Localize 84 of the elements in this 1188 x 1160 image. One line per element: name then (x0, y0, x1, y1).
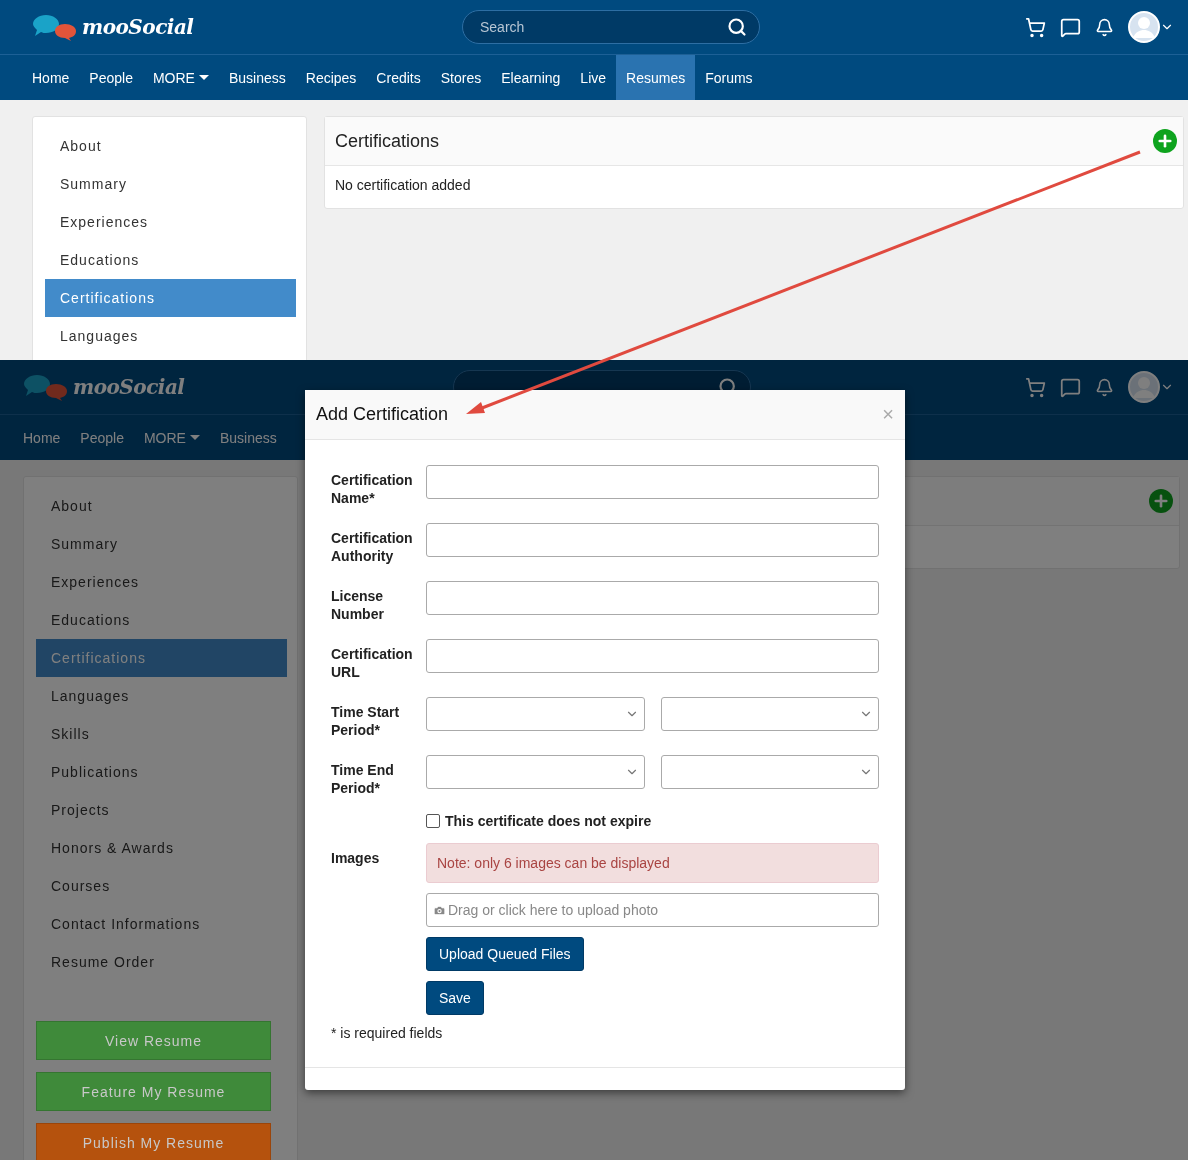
plus-icon (1152, 492, 1170, 510)
nav-link[interactable]: Credits (366, 55, 431, 100)
sidebar-item[interactable]: Projects (36, 791, 287, 829)
nav-link[interactable]: Forums (695, 55, 763, 100)
sidebar-item[interactable]: Experiences (45, 203, 296, 241)
text-field[interactable] (426, 581, 879, 615)
plus-icon (1156, 132, 1174, 150)
upload-field[interactable]: Drag or click here to upload photo (426, 893, 879, 927)
nav-link[interactable]: People (70, 415, 134, 460)
save-button[interactable]: Save (426, 981, 484, 1015)
sidebar-item[interactable]: About (45, 127, 296, 165)
field-label: Time End Period* (331, 761, 395, 797)
sidebar-item[interactable]: Courses (36, 867, 287, 905)
resume-action-button[interactable]: View Resume (36, 1021, 271, 1060)
bell-icon[interactable] (1095, 377, 1114, 397)
sidebar-item[interactable]: Languages (45, 317, 296, 355)
chat-icon[interactable] (1060, 376, 1081, 398)
text-field[interactable] (426, 523, 879, 557)
required-note: * is required fields (331, 1025, 444, 1041)
avatar-icon[interactable] (1128, 11, 1160, 43)
sidebar-item[interactable]: Contact Informations (36, 905, 287, 943)
card-title: Certifications (335, 130, 440, 152)
text-field[interactable] (426, 465, 879, 499)
field-label: Certification Name* (331, 471, 414, 507)
select-field[interactable] (660, 697, 879, 731)
nav-link[interactable]: Home (13, 415, 71, 460)
sidebar-item[interactable]: Summary (45, 165, 296, 203)
cart-icon[interactable] (1025, 376, 1046, 398)
nav-link[interactable]: Home (22, 55, 80, 100)
nav-link[interactable]: Business (218, 55, 296, 100)
sidebar-item[interactable]: Publications (36, 753, 287, 791)
nav-link[interactable]: MORE (133, 415, 210, 460)
sidebar-item[interactable]: Honors & Awards (36, 829, 287, 867)
sidebar-item[interactable]: Summary (36, 525, 287, 563)
sidebar-item[interactable]: Certifications (36, 639, 287, 677)
camera-icon (433, 903, 446, 917)
sidebar-item[interactable]: About (36, 487, 287, 525)
field-label: License Number (331, 587, 385, 623)
field-label: Images (331, 849, 381, 867)
resume-action-button[interactable]: Publish My Resume (36, 1123, 271, 1160)
bell-icon[interactable] (1095, 17, 1114, 37)
search-input[interactable]: Search (478, 18, 682, 36)
upload-button[interactable]: Upload Queued Files (426, 937, 584, 971)
logo-icon (23, 373, 69, 401)
image-limit-alert: Note: only 6 images can be displayed (426, 843, 879, 883)
nav-link[interactable]: Business (209, 415, 287, 460)
field-label: Time Start Period* (331, 703, 401, 739)
caret-icon (198, 74, 209, 81)
logo-icon (32, 13, 78, 41)
sidebar-item[interactable]: Resume Order (36, 943, 287, 981)
select-field[interactable] (660, 755, 879, 789)
nav-link[interactable]: MORE (142, 55, 219, 100)
brand-name[interactable]: mooSocial (82, 15, 194, 39)
caret-icon (189, 434, 200, 441)
empty-message: No certification added (334, 176, 472, 195)
sidebar-item[interactable]: Languages (36, 677, 287, 715)
resume-action-button[interactable]: Feature My Resume (36, 1072, 271, 1111)
sidebar-item[interactable]: Certifications (45, 279, 296, 317)
field-label: Certification URL (331, 645, 414, 681)
sidebar-item[interactable]: Experiences (36, 563, 287, 601)
add-button[interactable] (1149, 489, 1173, 513)
checkbox-label[interactable]: This certificate does not expire (445, 813, 652, 829)
text-field[interactable] (426, 639, 879, 673)
cart-icon[interactable] (1025, 16, 1046, 38)
nav-link[interactable]: People (79, 55, 143, 100)
select-field[interactable] (426, 697, 645, 731)
search-field[interactable]: Search (462, 10, 760, 44)
dialog-title: Add Certification (316, 404, 449, 425)
checkbox[interactable] (426, 814, 440, 828)
nav-link[interactable]: Elearning (491, 55, 571, 100)
nav-link[interactable]: Live (570, 55, 617, 100)
select-field[interactable] (426, 755, 645, 789)
nav-link[interactable]: Stores (430, 55, 492, 100)
sidebar-item[interactable]: Educations (45, 241, 296, 279)
chat-icon[interactable] (1060, 16, 1081, 38)
sidebar-item[interactable]: Educations (36, 601, 287, 639)
nav-link[interactable]: Resumes (616, 55, 696, 100)
field-label: Certification Authority (331, 529, 414, 565)
sidebar-item[interactable]: Skills (36, 715, 287, 753)
search-icon[interactable] (727, 17, 747, 37)
add-button[interactable] (1153, 129, 1177, 153)
brand-name[interactable]: mooSocial (73, 375, 185, 399)
avatar-icon[interactable] (1128, 371, 1160, 403)
nav-link[interactable]: Recipes (295, 55, 367, 100)
